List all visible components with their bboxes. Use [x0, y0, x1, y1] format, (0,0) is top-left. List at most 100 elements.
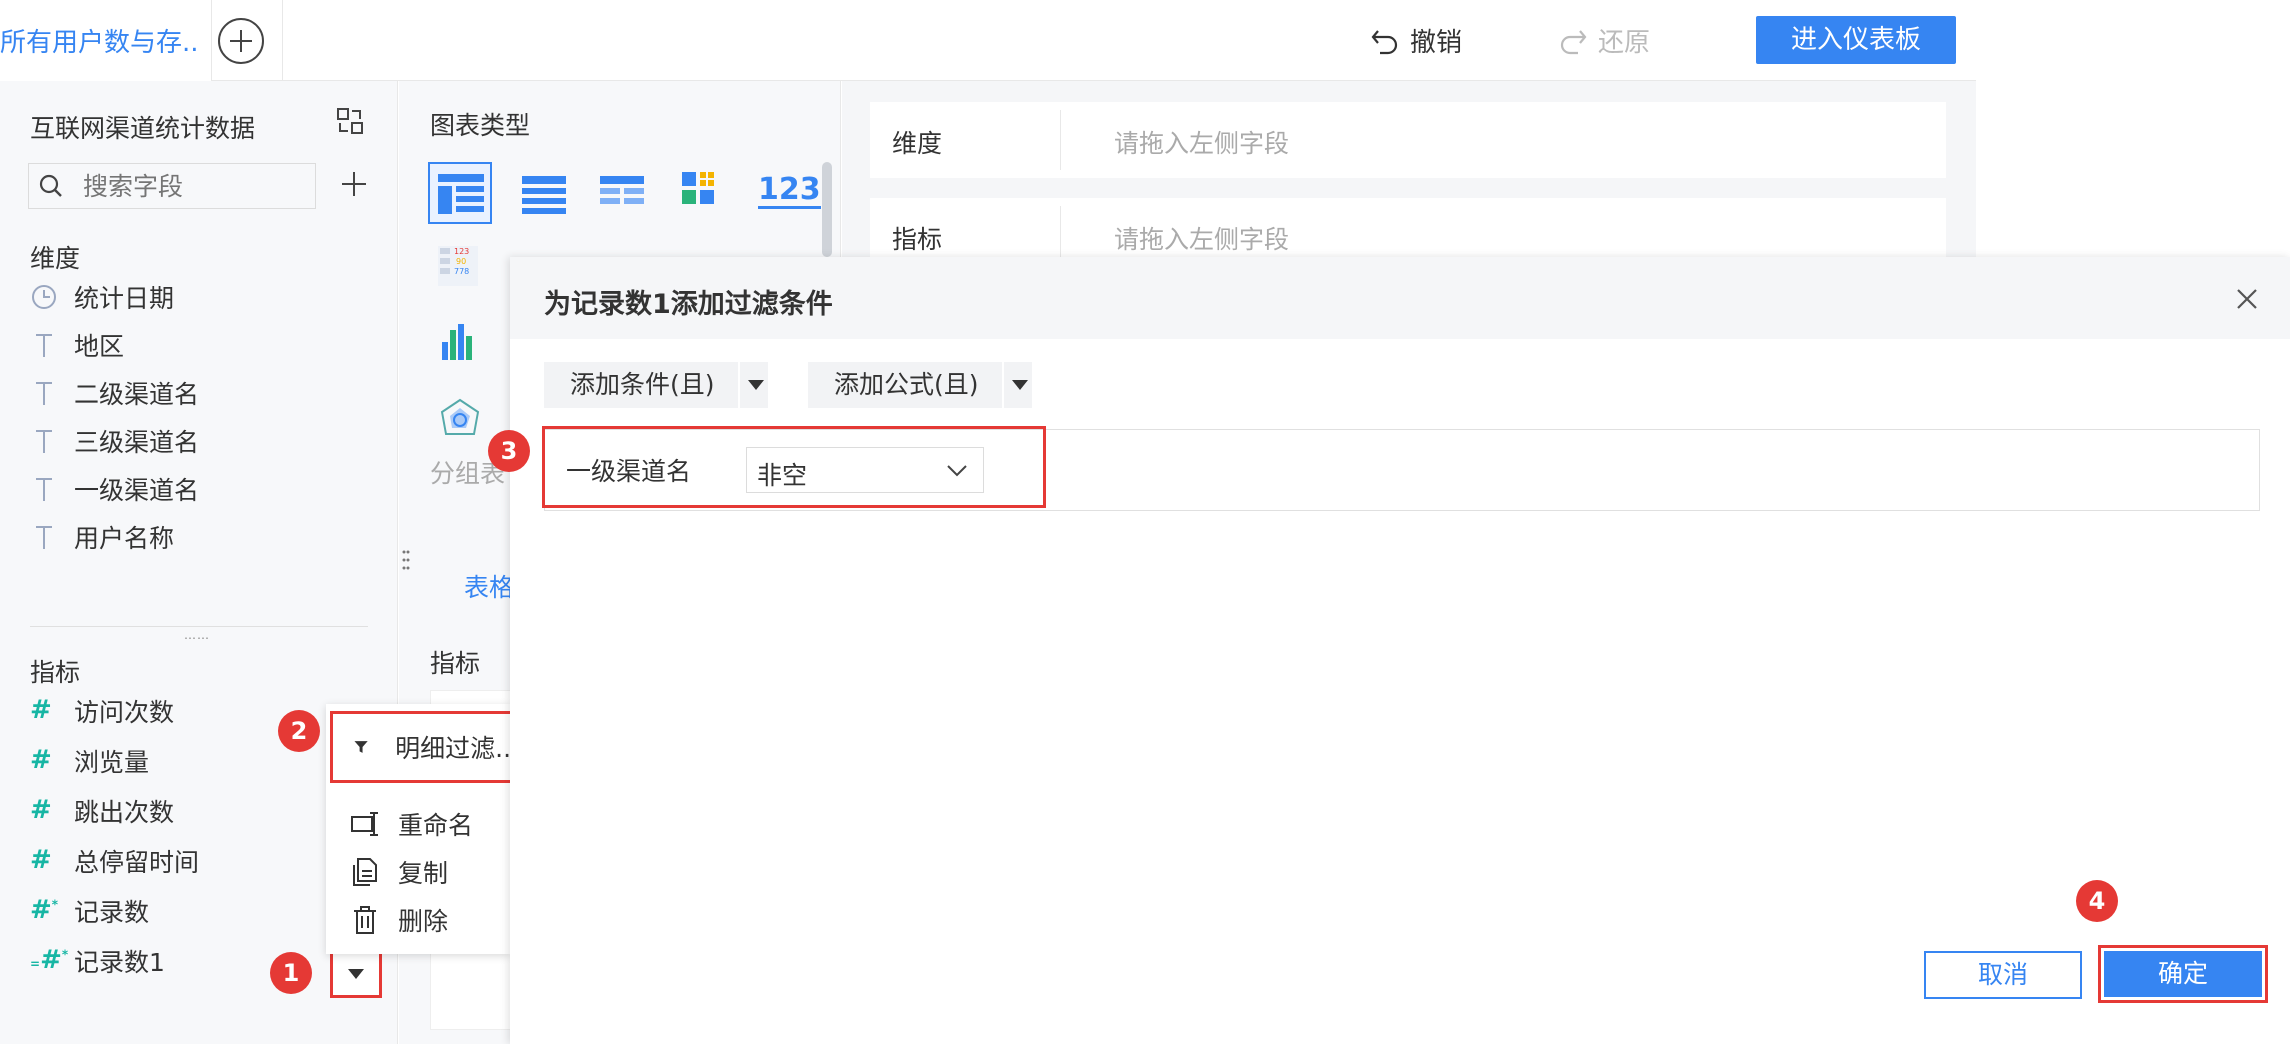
switch-dataset-icon[interactable] — [336, 107, 364, 135]
svg-text:123: 123 — [454, 247, 469, 256]
dimension-field-item[interactable]: 三级渠道名 — [30, 421, 199, 461]
enter-dashboard-button[interactable]: 进入仪表板 — [1756, 16, 1956, 64]
field-label: 一级渠道名 — [74, 476, 200, 505]
text-type-icon — [36, 526, 52, 549]
add-tab-icon[interactable] — [218, 18, 264, 64]
condition-field-label: 一级渠道名 — [566, 457, 692, 486]
undo-button[interactable]: 撤销 — [1370, 22, 1462, 59]
number-tile-icon[interactable]: 123 — [758, 174, 821, 209]
text-type-icon — [36, 382, 52, 405]
menu-item-rename[interactable]: 重命名 — [350, 806, 473, 842]
redo-button[interactable]: 还原 — [1558, 22, 1650, 59]
shelf-label: 维度 — [892, 129, 943, 158]
field-label: 浏览量 — [74, 748, 150, 777]
chart-type-title: 图表类型 — [430, 111, 531, 140]
cancel-button[interactable]: 取消 — [1924, 951, 2082, 999]
detail-table-icon[interactable] — [596, 170, 652, 218]
caret-down-icon[interactable] — [1002, 362, 1032, 408]
step-badge-4: 4 — [2076, 880, 2118, 922]
step-badge-2: 2 — [278, 710, 320, 752]
undo-icon — [1371, 29, 1398, 54]
field-label: 用户名称 — [74, 524, 175, 553]
measure-field-item[interactable]: # 跳出次数 — [30, 791, 174, 831]
add-formula-button[interactable]: 添加公式(且) — [808, 362, 1032, 408]
close-icon[interactable] — [2234, 286, 2260, 312]
section-divider — [30, 626, 368, 627]
field-label: 总停留时间 — [74, 848, 200, 877]
dimension-field-item[interactable]: 地区 — [30, 325, 124, 365]
measure-field-item-selected[interactable]: =#* 记录数1 — [30, 941, 165, 981]
number-type-icon: # — [30, 845, 52, 875]
measure-field-item[interactable]: #* 记录数 — [30, 891, 149, 931]
radar-chart-icon[interactable] — [436, 396, 492, 444]
trash-icon — [354, 906, 376, 934]
measure-field-item[interactable]: # 浏览量 — [30, 741, 149, 781]
step-badge-1: 1 — [270, 952, 312, 994]
step-badge-3: 3 — [488, 430, 530, 472]
measure-field-item[interactable]: # 访问次数 — [30, 691, 174, 731]
kpi-table-icon[interactable]: 12390778 — [436, 244, 492, 292]
measure-field-item[interactable]: # 总停留时间 — [30, 841, 199, 881]
chart-type-group-table[interactable] — [428, 162, 492, 224]
number-type-icon: # — [30, 795, 52, 825]
field-label: 二级渠道名 — [74, 380, 200, 409]
search-icon — [39, 174, 62, 197]
svg-text:90: 90 — [456, 257, 466, 266]
dimension-field-item[interactable]: 二级渠道名 — [30, 373, 199, 413]
cross-table-icon[interactable] — [518, 170, 574, 218]
menu-item-copy[interactable]: 复制 — [350, 854, 448, 890]
search-box[interactable] — [28, 163, 316, 209]
text-type-icon — [36, 478, 52, 501]
shelf-label: 指标 — [892, 225, 943, 254]
copy-icon — [353, 858, 377, 886]
dimension-field-item[interactable]: 用户名称 — [30, 517, 174, 557]
caret-down-icon — [348, 969, 364, 979]
field-dropdown-button[interactable] — [330, 950, 382, 998]
shelf-placeholder: 请拖入左侧字段 — [1114, 129, 1290, 158]
drag-handle-icon[interactable] — [402, 548, 410, 576]
search-input[interactable] — [83, 172, 303, 201]
group-table-icon — [438, 174, 484, 214]
divider — [1060, 110, 1061, 170]
top-bar — [0, 0, 1976, 81]
menu-item-label: 重命名 — [398, 811, 474, 840]
clock-icon — [32, 285, 56, 309]
menu-item-detail-filter[interactable]: 明细过滤... — [330, 711, 522, 783]
resize-handle[interactable]: ⋯⋯ — [184, 631, 210, 645]
select-value: 非空 — [757, 461, 808, 490]
dimension-shelf[interactable]: 维度 请拖入左侧字段 — [870, 102, 1946, 178]
field-label: 统计日期 — [74, 284, 175, 313]
confirm-button[interactable]: 确定 — [2104, 951, 2262, 997]
rename-icon — [351, 812, 378, 836]
tab-label: 所有用户数与存... — [0, 28, 200, 58]
tab-table[interactable]: 表格 — [464, 568, 514, 604]
measure-section-title: 指标 — [30, 658, 81, 687]
bar-chart-icon[interactable] — [436, 318, 492, 366]
divider — [282, 0, 283, 81]
svg-text:778: 778 — [454, 267, 469, 276]
tab-active[interactable]: 所有用户数与存... — [0, 0, 212, 81]
field-label: 地区 — [74, 332, 125, 361]
field-label: 记录数1 — [74, 948, 165, 977]
caret-down-icon[interactable] — [738, 362, 768, 408]
text-type-icon — [36, 334, 52, 357]
indicator-label: 指标 — [430, 649, 481, 678]
menu-item-delete[interactable]: 删除 — [350, 902, 448, 938]
dimension-field-item[interactable]: 一级渠道名 — [30, 469, 199, 509]
undo-label: 撤销 — [1410, 28, 1463, 58]
add-field-icon[interactable] — [338, 169, 370, 201]
menu-item-label: 明细过滤... — [395, 734, 519, 763]
filter-icon — [354, 741, 368, 753]
scrollbar[interactable] — [822, 162, 832, 257]
dimension-section-title: 维度 — [30, 244, 81, 273]
dataset-title: 互联网渠道统计数据 — [30, 114, 256, 143]
add-condition-button[interactable]: 添加条件(且) — [544, 362, 768, 408]
heatmap-table-icon[interactable] — [676, 168, 732, 216]
redo-label: 还原 — [1598, 28, 1651, 58]
chevron-down-icon — [947, 465, 967, 477]
field-label: 记录数 — [74, 898, 150, 927]
condition-operator-select[interactable]: 非空 — [746, 447, 984, 493]
menu-item-label: 复制 — [398, 859, 449, 888]
number-computed-icon: =#* — [30, 945, 69, 975]
dimension-field-item[interactable]: 统计日期 — [30, 277, 174, 317]
